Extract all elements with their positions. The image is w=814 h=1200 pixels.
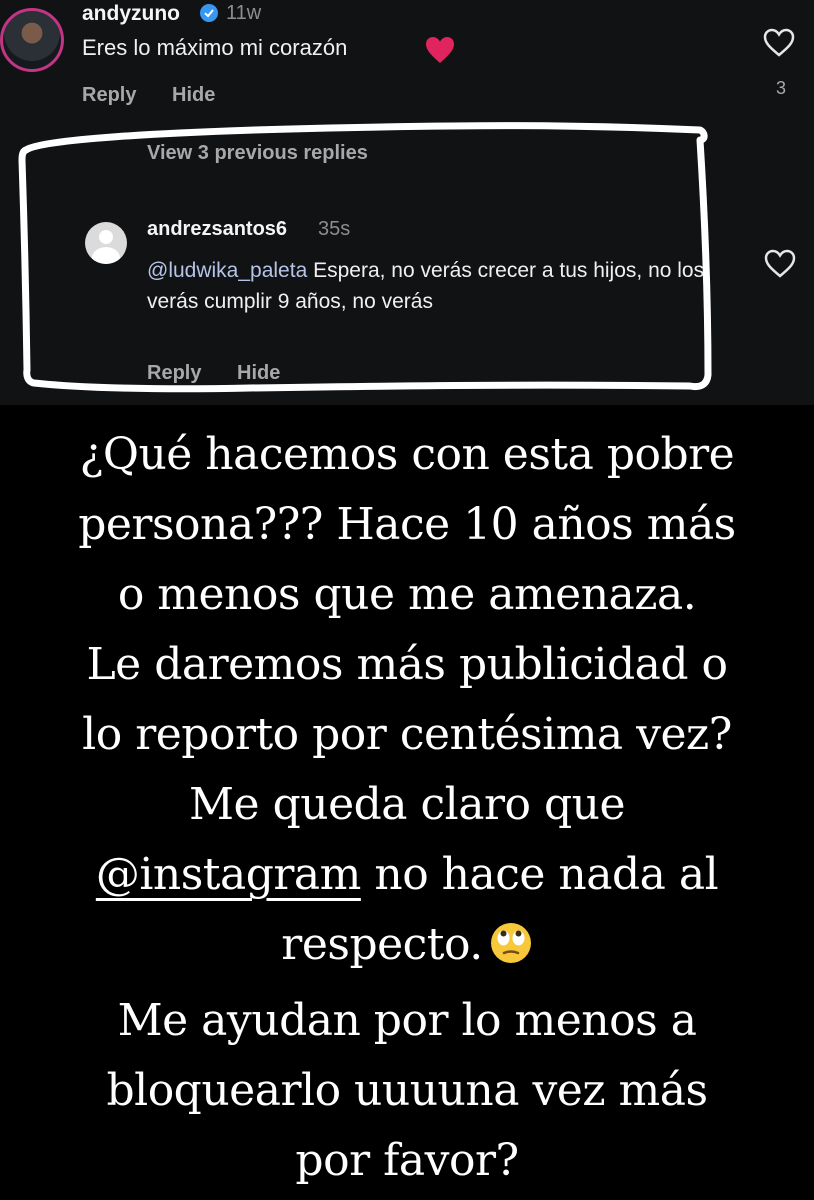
reply-time: 35s xyxy=(318,218,351,240)
reply-button[interactable]: Reply xyxy=(147,362,201,384)
caption-text: respecto. xyxy=(281,919,483,970)
caption-line: por favor? xyxy=(295,1135,519,1186)
caption-line: @instagram no hace nada al xyxy=(0,840,814,910)
reply-username[interactable]: andrezsantos6 xyxy=(147,218,287,241)
hide-button[interactable]: Hide xyxy=(237,362,280,384)
caption-line: lo reporto por centésima vez? xyxy=(82,709,732,760)
instagram-mention[interactable]: @instagram xyxy=(96,849,362,900)
caption-line: Me ayudan por lo menos a xyxy=(117,995,697,1046)
caption-line: ¿Qué hacemos con esta pobre xyxy=(79,429,735,480)
highlight-outline xyxy=(18,122,712,393)
story-caption: ¿Qué hacemos con esta pobre persona??? H… xyxy=(0,420,814,1196)
view-previous-replies-link[interactable]: View 3 previous replies xyxy=(147,142,368,165)
avatar-head xyxy=(99,230,113,244)
mention-link[interactable]: @ludwika_paleta xyxy=(147,259,307,282)
caption-line: persona??? Hace 10 años más xyxy=(78,499,736,550)
avatar-body xyxy=(92,247,120,264)
caption-line: Le daremos más publicidad o xyxy=(86,639,728,690)
eye-roll-emoji xyxy=(489,916,533,986)
caption-line: o menos que me amenaza. xyxy=(117,569,697,620)
reply-actions: Reply Hide xyxy=(147,362,310,385)
caption-line: bloquearlo uuuuna vez más xyxy=(106,1065,708,1116)
reply-text: @ludwika_paleta Espera, no verás crecer … xyxy=(147,255,707,317)
caption-line: respecto. xyxy=(0,910,814,986)
caption-text: no hace nada al xyxy=(360,849,719,900)
heart-outline-icon[interactable] xyxy=(764,249,796,284)
comments-screenshot: andyzuno 11w Eres lo máximo mi corazón R… xyxy=(0,0,814,405)
avatar[interactable] xyxy=(85,222,127,264)
caption-line: Me queda claro que xyxy=(188,779,626,830)
